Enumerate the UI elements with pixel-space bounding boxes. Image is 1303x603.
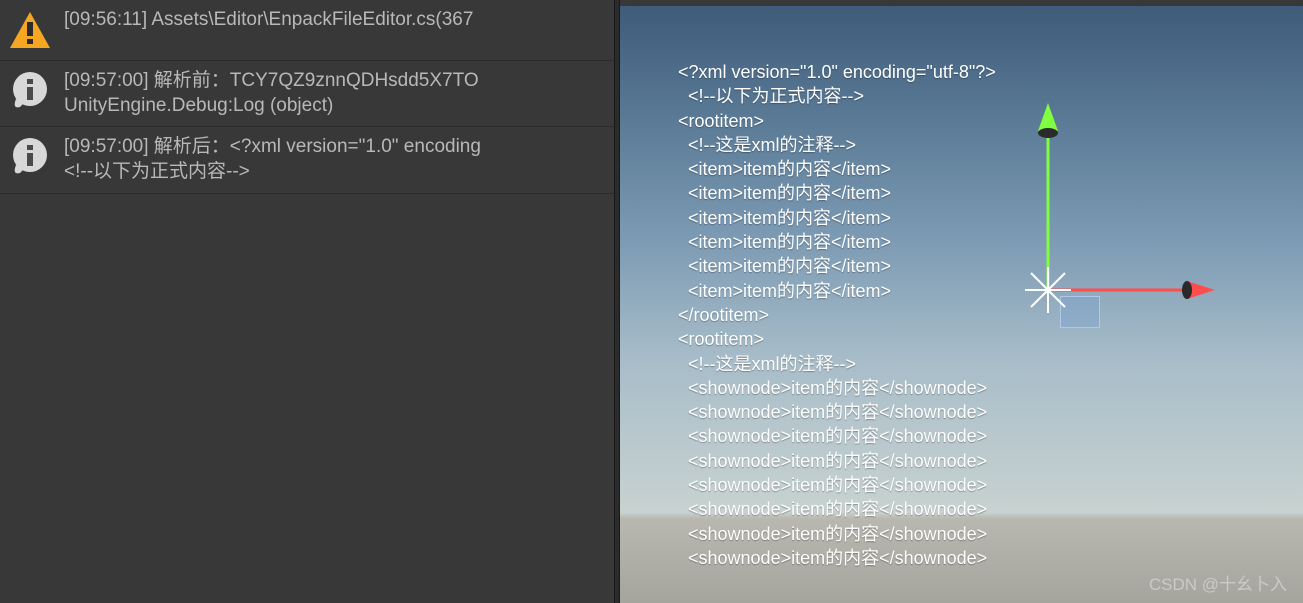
- console-entry-text: [09:56:11] Assets\Editor\EnpackFileEdito…: [64, 8, 473, 33]
- selection-box: [1060, 296, 1100, 328]
- console-entry[interactable]: [09:57:00] 解析前：TCY7QZ9znnQDHsdd5X7TOUnit…: [0, 61, 614, 127]
- scene-toolbar-strip: [620, 0, 1303, 6]
- info-icon: [8, 69, 52, 113]
- watermark: CSDN @十幺卜入: [1149, 570, 1287, 595]
- console-entry[interactable]: [09:56:11] Assets\Editor\EnpackFileEdito…: [0, 0, 614, 61]
- info-icon: [8, 135, 52, 179]
- console-entry-text: [09:57:00] 解析后：<?xml version="1.0" encod…: [64, 135, 481, 184]
- console-panel: [09:56:11] Assets\Editor\EnpackFileEdito…: [0, 0, 614, 603]
- console-entry[interactable]: [09:57:00] 解析后：<?xml version="1.0" encod…: [0, 127, 614, 193]
- scene-overlay-text: <?xml version="1.0" encoding="utf-8"?> <…: [678, 60, 1303, 570]
- warning-icon: [8, 8, 52, 52]
- scene-view[interactable]: <?xml version="1.0" encoding="utf-8"?> <…: [620, 0, 1303, 603]
- transform-gizmo[interactable]: [1023, 95, 1223, 325]
- console-entry-text: [09:57:00] 解析前：TCY7QZ9znnQDHsdd5X7TOUnit…: [64, 69, 479, 118]
